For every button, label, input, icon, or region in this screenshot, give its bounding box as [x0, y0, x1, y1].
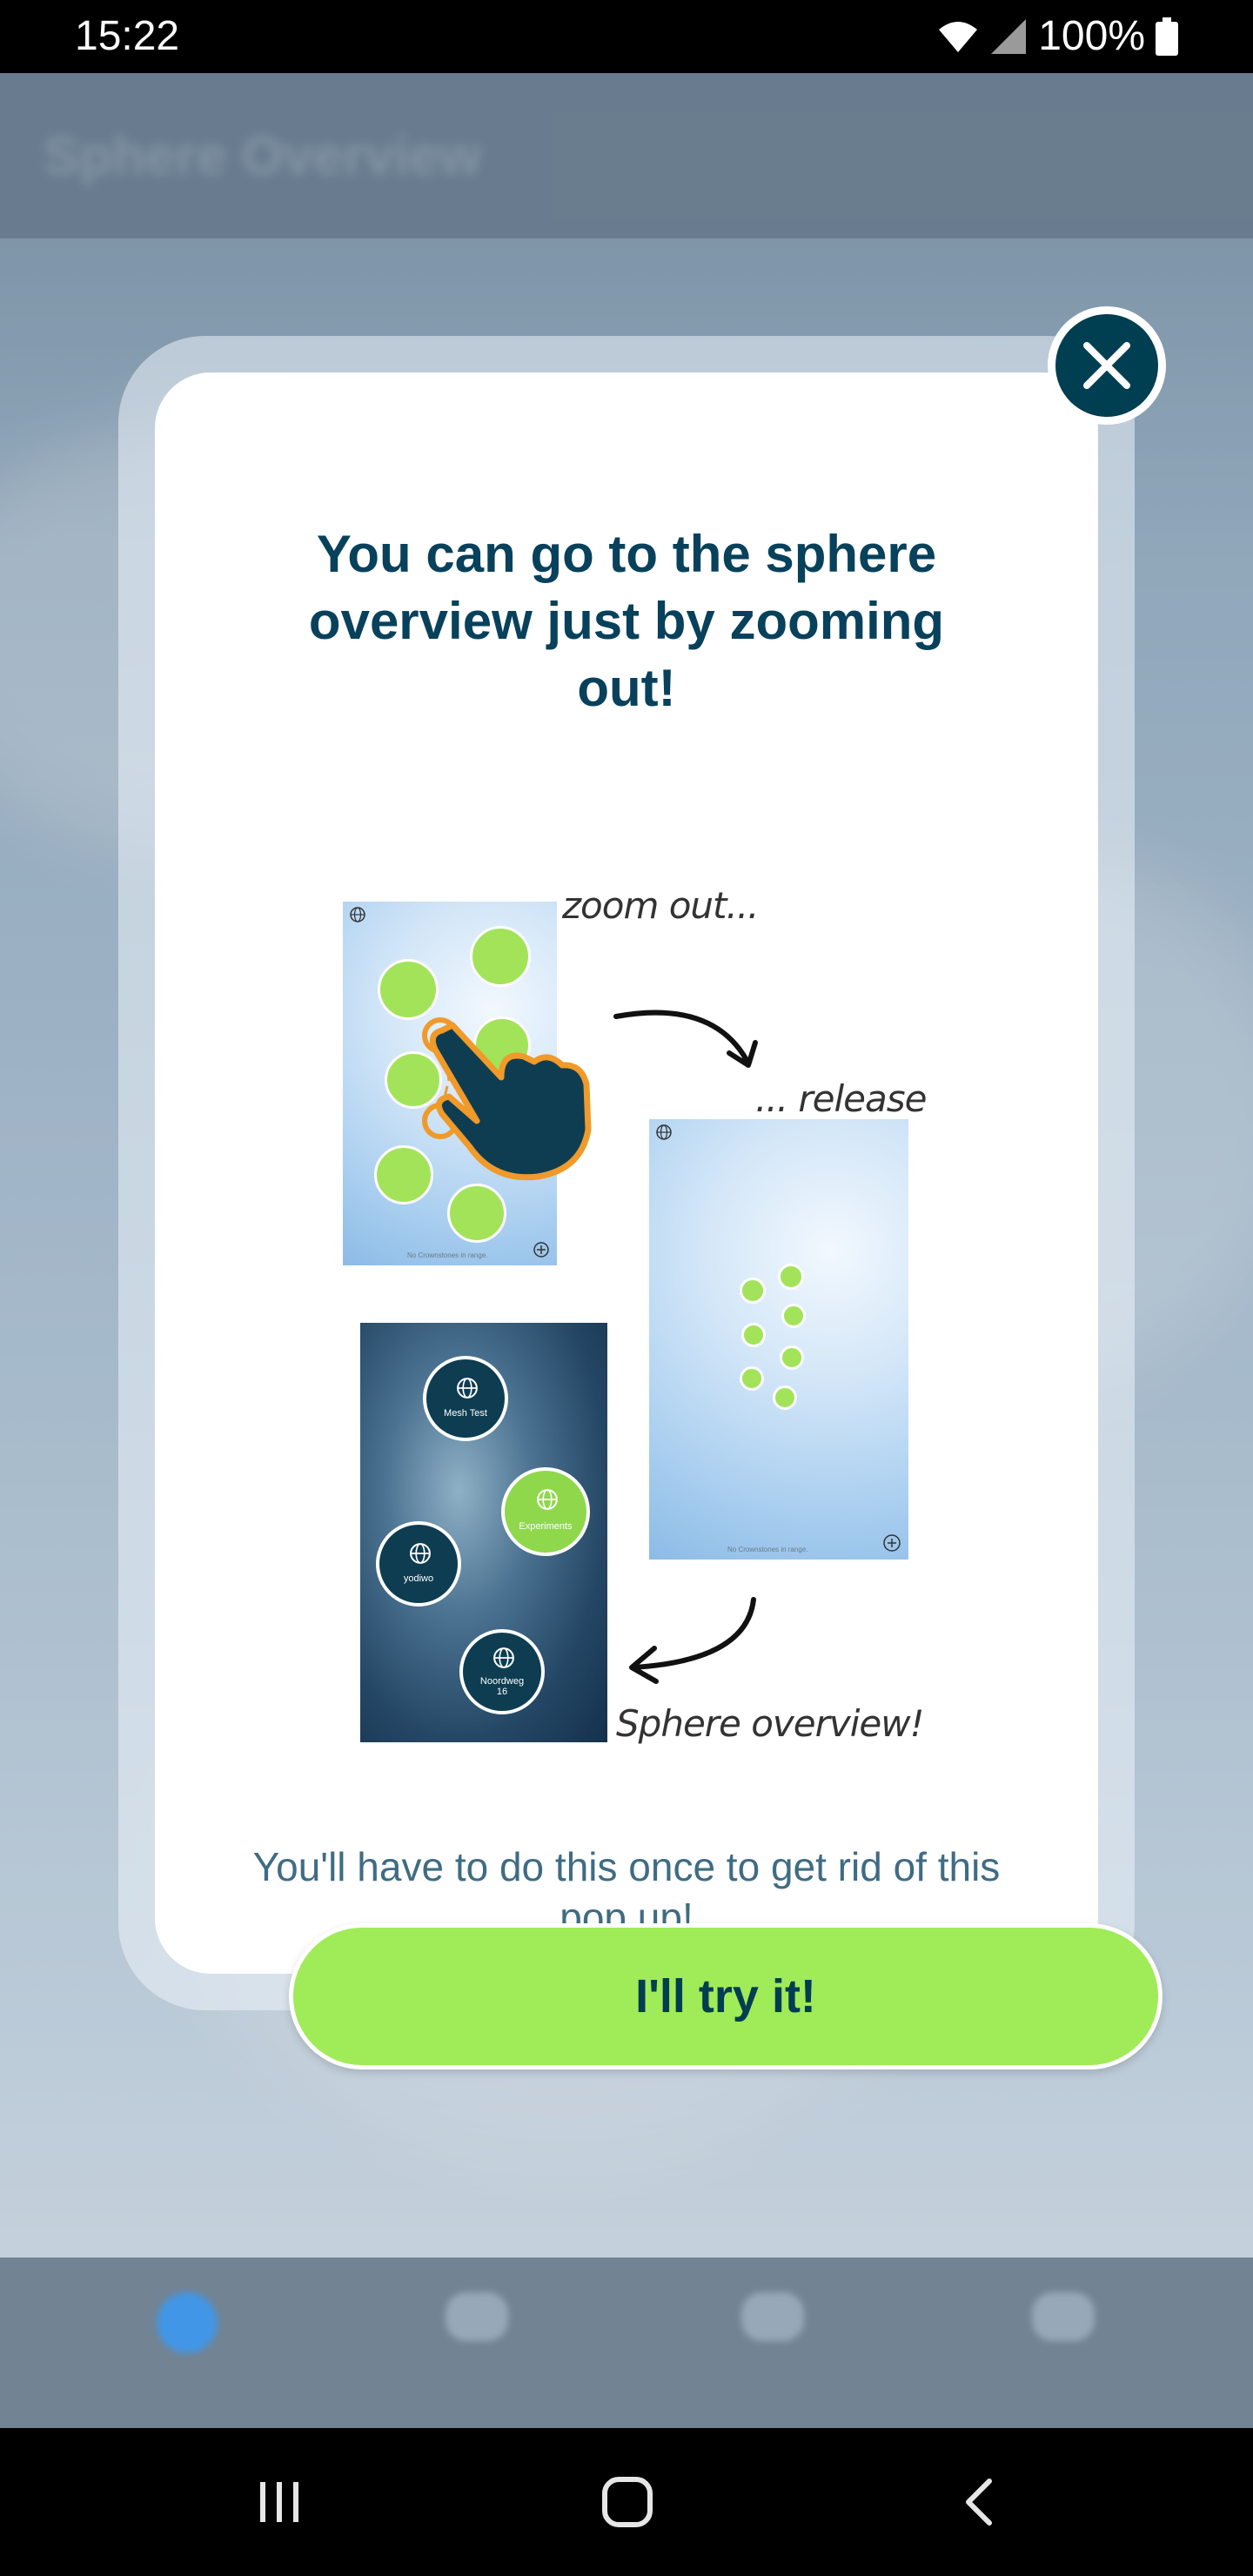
sphere-overview-screenshot: Mesh Test Experiments yodiwo Noordweg 16	[360, 1323, 607, 1742]
pinch-hand-icon	[422, 1017, 592, 1181]
add-icon	[883, 1534, 901, 1552]
room-icon	[778, 1264, 804, 1290]
zoom-out-tutorial-modal: You can go to the sphere overview just b…	[155, 372, 1098, 1974]
no-crownstones-text: No Crownstones in range.	[727, 1546, 808, 1553]
home-icon	[602, 2477, 653, 2527]
zoomed-out-screenshot: No Crownstones in range.	[649, 1119, 908, 1560]
caption-release: ... release	[755, 1077, 927, 1120]
sphere-noordweg-16: Noordweg 16	[459, 1629, 545, 1714]
ill-try-it-label: I'll try it!	[635, 1970, 816, 2023]
recent-apps-icon	[260, 2482, 298, 2522]
globe-icon	[457, 1378, 478, 1399]
room-icon	[470, 926, 531, 987]
back-icon	[966, 2479, 992, 2526]
room-icon	[781, 1304, 806, 1328]
status-bar: 15:22 100%	[0, 0, 1253, 73]
room-icon	[741, 1323, 766, 1347]
sphere-yodiwo: yodiwo	[376, 1521, 461, 1607]
ill-try-it-button[interactable]: I'll try it!	[289, 1923, 1163, 2070]
arrow-icon	[629, 1597, 756, 1684]
wifi-icon	[937, 19, 979, 54]
close-icon	[1083, 342, 1130, 389]
sphere-experiments: Experiments	[501, 1467, 590, 1556]
globe-icon	[537, 1489, 558, 1510]
room-icon	[740, 1278, 766, 1304]
status-time: 15:22	[75, 13, 180, 59]
system-navigation-bar	[0, 2428, 1253, 2576]
caption-sphere-overview: Sphere overview!	[616, 1702, 924, 1745]
globe-icon	[410, 1543, 431, 1564]
room-icon	[773, 1385, 797, 1410]
battery-percent: 100%	[1038, 13, 1145, 59]
room-icon	[780, 1345, 804, 1370]
caption-zoom-out: zoom out...	[562, 884, 760, 927]
battery-icon	[1156, 17, 1178, 56]
close-button[interactable]	[1048, 306, 1166, 425]
back-button[interactable]	[940, 2472, 1018, 2532]
globe-icon	[350, 907, 365, 922]
no-crownstones-text: No Crownstones in range.	[407, 1251, 488, 1259]
home-button[interactable]	[588, 2472, 667, 2532]
recent-apps-button[interactable]	[240, 2472, 318, 2532]
globe-icon	[493, 1647, 514, 1668]
zoom-out-illustration: No Crownstones in range. zoom out... ...…	[155, 372, 1098, 1974]
status-icons: 100%	[937, 12, 1178, 61]
cellular-signal-icon	[989, 17, 1028, 56]
add-icon	[533, 1242, 549, 1258]
globe-icon	[656, 1124, 672, 1140]
room-icon	[740, 1366, 764, 1391]
sphere-mesh-test: Mesh Test	[423, 1356, 508, 1441]
